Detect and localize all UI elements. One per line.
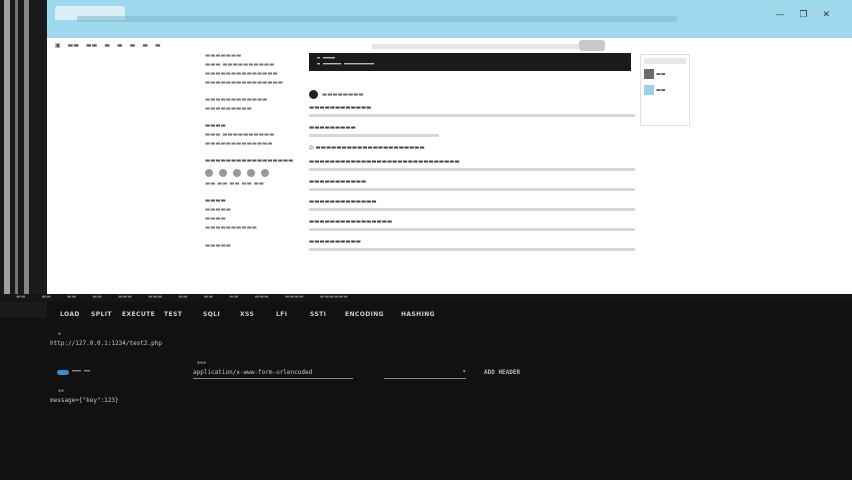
browser-window-controls[interactable]: — ❐ ✕ bbox=[776, 10, 836, 20]
post-feed: ▬▬▬▬▬▬▬▬ ▬▬▬▬▬▬▬▬▬▬▬▬ ▬▬▬▬▬▬▬▬▬ ◎ ▬▬▬▬▬▬… bbox=[309, 90, 635, 259]
gutter-stripe bbox=[4, 0, 10, 300]
url-label: ▪ bbox=[58, 331, 62, 337]
post-header: ▬▬▬▬▬▬▬▬ bbox=[309, 90, 635, 99]
feed-item[interactable]: ◎ ▬▬▬▬▬▬▬▬▬▬▬▬▬▬▬▬▬▬▬▬▬ bbox=[309, 145, 635, 151]
thumbnail[interactable] bbox=[644, 85, 654, 95]
feed-item[interactable]: ▬▬▬▬▬▬▬▬▬ bbox=[309, 125, 635, 137]
chevron-down-icon: ▾ bbox=[462, 368, 466, 375]
web-page: ▣▬▬▬▬▬▬▬▬▬ ◉ ▬▬ ▬ ▬ ▬▬▬▬▬▬▬▬▬▬ ▬▬▬▬▬▬▬▬▬… bbox=[47, 38, 743, 294]
feed-item[interactable]: ▬▬▬▬▬▬▬▬▬▬▬▬▬▬▬▬▬▬▬▬▬▬▬▬▬▬▬▬▬ bbox=[309, 159, 635, 171]
hashing-dropdown[interactable]: HASHING bbox=[401, 311, 435, 318]
thumbnail[interactable] bbox=[644, 69, 654, 79]
sqli-dropdown[interactable]: SQLI bbox=[203, 311, 220, 318]
lfi-dropdown[interactable]: LFI bbox=[276, 311, 287, 318]
test-dropdown[interactable]: TEST bbox=[164, 311, 182, 318]
site-search-input[interactable] bbox=[372, 44, 602, 49]
browser-title-bar: — ❐ ✕ bbox=[47, 0, 852, 38]
address-bar[interactable] bbox=[77, 16, 677, 22]
body-label: ▪▪ bbox=[58, 388, 65, 394]
code-snippet: ▬ ▬▬▬▬ ▬ ▬▬▬▬▬▬ ▬▬▬▬▬▬▬▬▬▬ bbox=[309, 53, 631, 71]
devtools-tab-bar[interactable]: ▬▬ ▬▬ ▬▬ ▬▬ ▬▬▬ ▬▬▬ ▬▬ ▬▬ ▬▬ ▬▬▬ ▬▬▬▬ ▬▬▬▬▬▬ bbox=[0, 294, 852, 302]
toggle-label: ▬▬▬ ▬▬ bbox=[72, 368, 91, 374]
site-search-button[interactable] bbox=[579, 40, 605, 51]
sidebar-icon-row[interactable] bbox=[205, 169, 305, 177]
content-type-select[interactable]: application/x-www-form-urlencoded bbox=[193, 369, 353, 379]
body-field[interactable]: message={"key":123} bbox=[50, 397, 119, 404]
feed-item[interactable]: ▬▬▬▬▬▬▬▬▬▬▬▬▬▬▬▬ bbox=[309, 219, 635, 231]
desktop-left-gutter bbox=[0, 0, 47, 318]
feed-item[interactable]: ▬▬▬▬▬▬▬▬▬▬ bbox=[309, 239, 635, 251]
feed-item[interactable]: ▬▬▬▬▬▬▬▬▬▬▬ bbox=[309, 179, 635, 191]
feed-item[interactable]: ▬▬▬▬▬▬▬▬▬▬▬▬ bbox=[309, 105, 635, 117]
load-button[interactable]: LOAD bbox=[60, 311, 80, 318]
method-select[interactable]: ▾ bbox=[384, 368, 466, 379]
gutter-stripe bbox=[24, 0, 29, 300]
gutter-stripe bbox=[15, 0, 18, 300]
left-sidebar: ▬▬▬▬▬▬▬ ▬▬▬ ▬▬▬▬▬▬▬▬▬▬ ▬▬▬▬▬▬▬▬▬▬▬▬▬▬ ▬▬▬▬▬… bbox=[205, 52, 305, 259]
ssti-dropdown[interactable]: SSTI bbox=[310, 311, 326, 318]
encoding-dropdown[interactable]: ENCODING bbox=[345, 311, 384, 318]
post-data-toggle[interactable] bbox=[57, 370, 69, 375]
author-avatar[interactable] bbox=[309, 90, 318, 99]
add-header-button[interactable]: ADD HEADER bbox=[484, 369, 520, 376]
request-panel: ▪ http://127.0.0.1:1234/test2.php ▬▬▬ ▬▬… bbox=[0, 328, 852, 480]
right-sidebar-card: ▬▬ ▬▬ bbox=[640, 54, 690, 126]
xss-dropdown[interactable]: XSS bbox=[240, 311, 254, 318]
url-field[interactable]: http://127.0.0.1:1234/test2.php bbox=[50, 340, 162, 347]
hackbar-toolbar: LOAD SPLIT EXECUTE TEST SQLI XSS LFI SST… bbox=[0, 307, 852, 323]
feed-item[interactable]: ▬▬▬▬▬▬▬▬▬▬▬▬▬ bbox=[309, 199, 635, 211]
execute-button[interactable]: EXECUTE bbox=[122, 311, 155, 318]
split-button[interactable]: SPLIT bbox=[91, 311, 112, 318]
site-nav[interactable]: ▣ ▬▬ ▬▬ ▬ ▬ ▬ ▬ ▬ bbox=[55, 42, 168, 49]
page-right-margin bbox=[743, 38, 852, 294]
enctype-label: ▪▪▪ bbox=[197, 360, 207, 366]
